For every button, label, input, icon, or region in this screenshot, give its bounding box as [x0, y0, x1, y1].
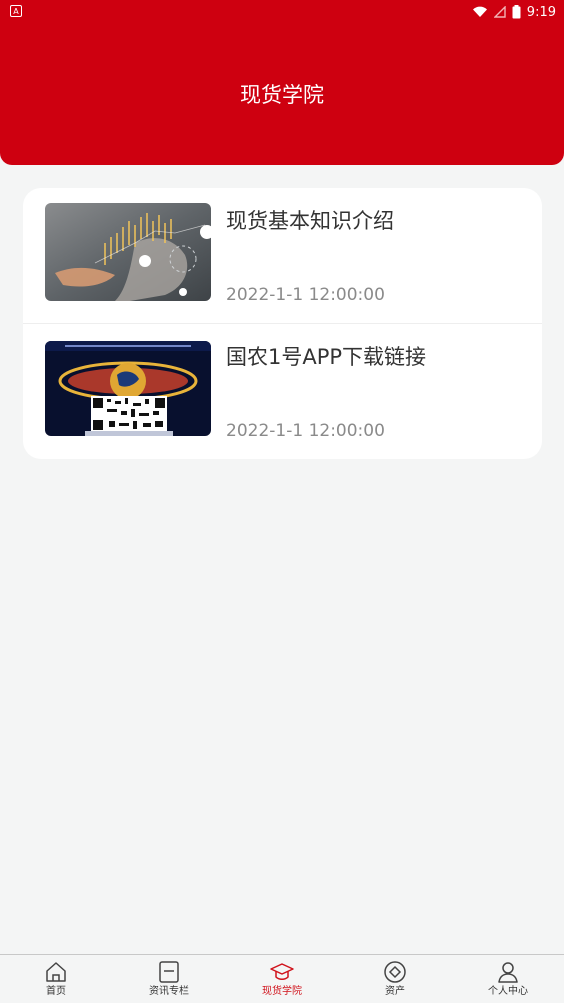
- battery-icon: [512, 5, 521, 19]
- status-time: 9:19: [526, 4, 556, 20]
- wifi-icon: [472, 6, 487, 18]
- app-qr-poster-image: [45, 341, 211, 436]
- hand-chart-image: [45, 203, 211, 301]
- tab-home[interactable]: 首页: [0, 955, 112, 1003]
- status-bar: A 9:19: [0, 0, 564, 24]
- user-icon: [498, 962, 518, 983]
- status-right: 9:19: [472, 3, 556, 21]
- article-date: 2022-1-1 12:00:00: [226, 285, 385, 305]
- article-title: 现货基本知识介绍: [226, 209, 394, 233]
- tab-label: 资产: [385, 986, 405, 997]
- tab-assets[interactable]: 资产: [339, 955, 451, 1003]
- news-icon: [159, 961, 179, 983]
- page-title: 现货学院: [240, 83, 324, 107]
- header: A 9:19 现货学院: [0, 0, 564, 165]
- tab-label: 资讯专栏: [149, 986, 189, 997]
- tab-news[interactable]: 资讯专栏: [113, 955, 225, 1003]
- signal-off-icon: [493, 6, 506, 18]
- bottom-tab-bar: 首页 资讯专栏 现货学院 资产 个人中心: [0, 954, 564, 1002]
- notification-app-icon: A: [10, 5, 22, 17]
- tab-label: 现货学院: [262, 986, 302, 997]
- tab-label: 首页: [46, 986, 66, 997]
- graduation-cap-icon: [270, 963, 294, 980]
- home-icon: [46, 962, 66, 982]
- article-title: 国农1号APP下载链接: [226, 345, 427, 369]
- list-item[interactable]: 国农1号APP下载链接 2022-1-1 12:00:00: [23, 324, 542, 459]
- list-item[interactable]: 现货基本知识介绍 2022-1-1 12:00:00: [23, 188, 542, 324]
- article-date: 2022-1-1 12:00:00: [226, 421, 385, 441]
- tab-profile[interactable]: 个人中心: [452, 955, 564, 1003]
- diamond-coin-icon: [384, 961, 406, 983]
- tab-academy[interactable]: 现货学院: [226, 955, 338, 1003]
- tab-label: 个人中心: [488, 986, 528, 997]
- article-list: 现货基本知识介绍 2022-1-1 12:00:00 国农1号APP下载链接 2…: [23, 188, 542, 459]
